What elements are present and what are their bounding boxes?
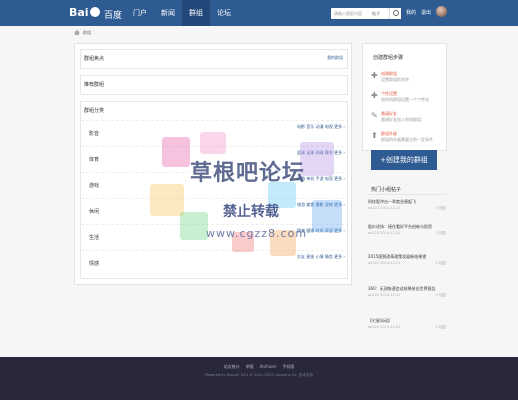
footer: 站点统计 举报 Archiver 手机版 Powered by Discuz! X3.… xyxy=(0,357,518,400)
baidu-logo[interactable]: Bai xyxy=(69,6,101,19)
category-tags[interactable]: 电影 音乐 动漫 电视 更多 › xyxy=(297,124,345,130)
step-desc: 设置群组的名称 xyxy=(381,77,409,82)
footer-link-report[interactable]: 举报 xyxy=(246,364,254,369)
logo-text: Bai xyxy=(69,6,89,19)
divider xyxy=(366,194,446,195)
list-item: 股价进场：接住看好平台创新与投资 an222 2014-12-21 0 回复 xyxy=(368,224,446,236)
step-item: ✚ 创建群组 设置群组的名称 xyxy=(371,70,443,90)
home-icon[interactable] xyxy=(74,30,80,35)
category-title: 群组分类 xyxy=(84,108,105,114)
category-name[interactable]: 游戏 xyxy=(89,182,99,189)
create-group-button[interactable]: +创建我的群组 xyxy=(371,150,437,170)
paw-icon xyxy=(89,7,100,17)
post-replies: 0 回复 xyxy=(435,206,446,210)
search-type-select[interactable]: 帖子 xyxy=(372,8,380,19)
hot-groups-title: 群组焦点 xyxy=(84,56,105,62)
step-item: ⬆ 群组升级 群组的升级需要达到一定条件 xyxy=(371,130,443,150)
footer-link-archiver[interactable]: Archiver xyxy=(260,364,277,369)
post-author[interactable]: an222 xyxy=(368,293,379,297)
user-links: 我的 退出 xyxy=(406,8,436,19)
post-date: 2014-12-21 xyxy=(380,261,401,265)
search-input[interactable]: 请输入搜索内容 xyxy=(331,8,389,19)
logo-chinese-text: 百度 xyxy=(104,11,123,21)
nav-item-groups[interactable]: 群组 xyxy=(182,0,210,26)
category-tags[interactable]: 情感 健康 时尚 家居 更多 › xyxy=(297,228,345,234)
step-item: ✚ 个性设置 给你的群组设置一个个性化 xyxy=(371,90,443,110)
footer-link-mobile[interactable]: 手机版 xyxy=(282,364,294,369)
step-desc: 邀请好友加入你的群组 xyxy=(381,117,421,122)
hot-posts-title: 热门小组帖子 xyxy=(371,187,402,193)
list-item: 科技股冲击一季度业绩起飞 an222 2014-12-21 0 回复 xyxy=(368,199,446,211)
list-item: 360：无测恢速会议结果给出世界报告 an222 2014-12-21 0 回复 xyxy=(368,286,446,298)
main-content: 群组焦点 我的群组 推荐群组 群组分类 影音 电影 音乐 动漫 电视 更多 › … xyxy=(74,43,352,285)
post-author[interactable]: an222 xyxy=(368,206,379,210)
post-date: 2014-12-21 xyxy=(380,293,401,297)
post-date: 2014-12-21 xyxy=(380,325,401,329)
category-row: 生活 情感 健康 时尚 家居 更多 › xyxy=(81,224,349,250)
recommended-section: 推荐群组 xyxy=(80,75,348,95)
avatar[interactable] xyxy=(436,6,447,17)
footer-copyright: Powered by Discuz! X3.2 © 2001-2013 Coms… xyxy=(205,373,313,377)
category-name[interactable]: 情感 xyxy=(89,260,99,267)
top-navigation-bar: Bai 百度 门户 新闻 群组 论坛 请输入搜索内容 帖子 我的 退出 xyxy=(0,0,518,26)
create-steps-title: 创建群组步骤 xyxy=(373,55,404,61)
plus-icon: ✚ xyxy=(371,91,378,100)
plus-icon: ✚ xyxy=(371,71,378,80)
step-item: ✎ 邀请好友 邀请好友加入你的群组 xyxy=(371,110,443,130)
post-date: 2014-12-21 xyxy=(380,206,401,210)
category-name[interactable]: 体育 xyxy=(89,156,99,163)
post-replies: 0 回复 xyxy=(435,231,446,235)
main-nav: 门户 新闻 群组 论坛 xyxy=(126,0,238,26)
category-name[interactable]: 生活 xyxy=(89,234,99,241)
category-row: 体育 篮球 足球 网球 赛车 更多 › xyxy=(81,146,349,172)
list-item: 【七星风动】 an222 2014-12-21 0 回复 xyxy=(368,318,446,330)
search-icon[interactable] xyxy=(389,8,401,19)
nav-item-portal[interactable]: 门户 xyxy=(126,0,154,26)
category-row: 情感 交友 星座 心情 婚恋 更多 › xyxy=(81,250,349,276)
nav-item-news[interactable]: 新闻 xyxy=(154,0,182,26)
post-replies: 0 回复 xyxy=(435,325,446,329)
category-row: 休闲 旅游 美食 摄影 宠物 更多 › xyxy=(81,198,349,224)
my-link[interactable]: 我的 xyxy=(406,10,416,16)
step-desc: 群组的升级需要达到一定条件 xyxy=(381,137,433,142)
my-groups-link[interactable]: 我的群组 xyxy=(327,55,343,61)
breadcrumb-current: 群组 xyxy=(83,30,91,35)
list-item: 2015国税改革政策发展新结果望 an222 2014-12-21 0 回复 xyxy=(368,254,446,266)
step-desc: 给你的群组设置一个个性化 xyxy=(381,97,429,102)
category-name[interactable]: 休闲 xyxy=(89,208,99,215)
category-tags[interactable]: 网游 单机 手游 电竞 更多 › xyxy=(297,176,345,182)
arrow-up-icon: ⬆ xyxy=(371,131,378,140)
category-section: 群组分类 影音 电影 音乐 动漫 电视 更多 › 体育 篮球 足球 网球 赛车 … xyxy=(80,101,349,279)
footer-links: 站点统计 举报 Archiver 手机版 xyxy=(0,364,518,370)
post-replies: 0 回复 xyxy=(435,261,446,265)
hot-groups-section: 群组焦点 我的群组 xyxy=(80,49,348,69)
pencil-icon: ✎ xyxy=(371,111,378,120)
create-steps-panel: 创建群组步骤 ✚ 创建群组 设置群组的名称 ✚ 个性设置 给你的群组设置一个个性… xyxy=(362,43,447,151)
post-author[interactable]: an222 xyxy=(368,231,379,235)
breadcrumb: 群组 xyxy=(74,30,91,36)
category-tags[interactable]: 交友 星座 心情 婚恋 更多 › xyxy=(297,254,345,260)
category-tags[interactable]: 篮球 足球 网球 赛车 更多 › xyxy=(297,150,345,156)
post-replies: 0 回复 xyxy=(435,293,446,297)
category-row: 影音 电影 音乐 动漫 电视 更多 › xyxy=(81,120,349,146)
logout-link[interactable]: 退出 xyxy=(421,10,431,16)
post-date: 2014-12-21 xyxy=(380,231,401,235)
post-author[interactable]: an222 xyxy=(368,261,379,265)
category-row: 游戏 网游 单机 手游 电竞 更多 › xyxy=(81,172,349,198)
category-tags[interactable]: 旅游 美食 摄影 宠物 更多 › xyxy=(297,202,345,208)
post-author[interactable]: an222 xyxy=(368,325,379,329)
footer-link-stats[interactable]: 站点统计 xyxy=(224,364,240,369)
recommended-title: 推荐群组 xyxy=(84,82,105,88)
category-name[interactable]: 影音 xyxy=(89,130,99,137)
nav-item-forum[interactable]: 论坛 xyxy=(210,0,238,26)
